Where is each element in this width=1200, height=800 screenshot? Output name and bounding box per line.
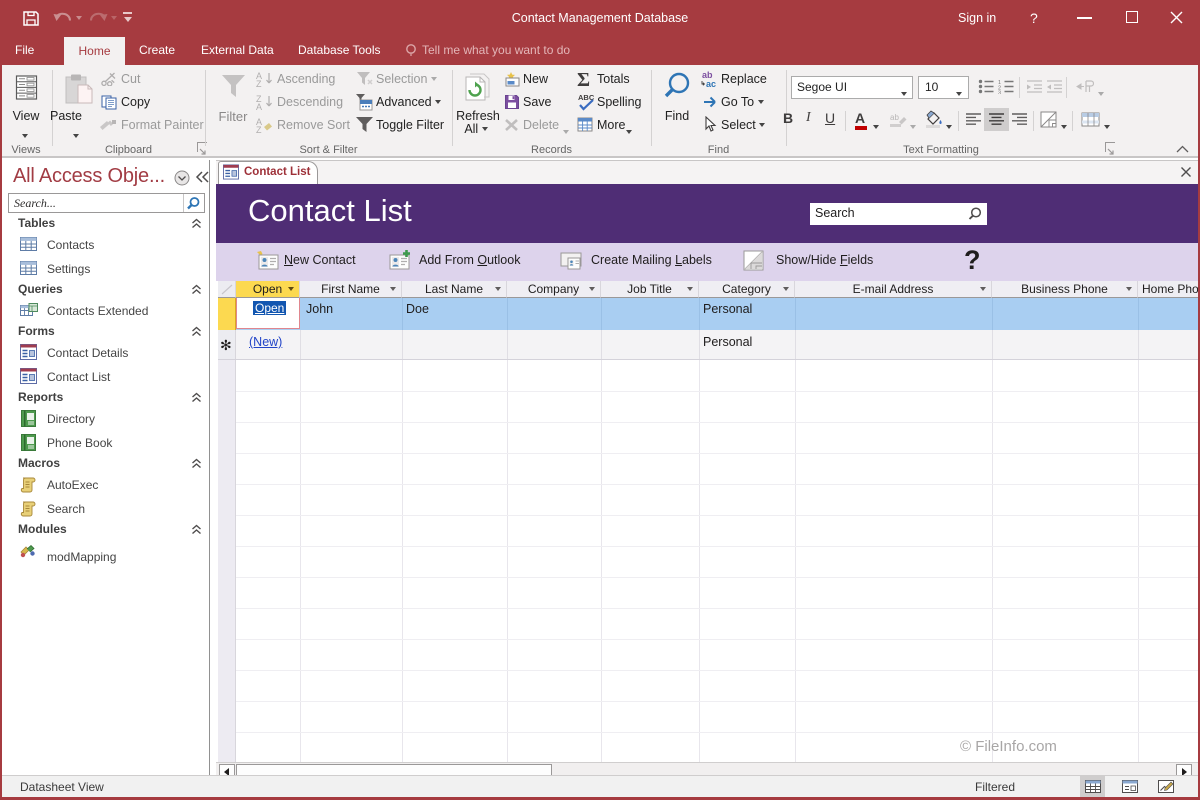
svg-text:A: A	[256, 102, 262, 110]
svg-text:Z: Z	[256, 125, 262, 133]
svg-text:3: 3	[998, 91, 1001, 95]
svg-text:Z: Z	[256, 79, 262, 87]
svg-text:ab: ab	[890, 113, 899, 122]
svg-text:ac: ac	[706, 79, 716, 88]
